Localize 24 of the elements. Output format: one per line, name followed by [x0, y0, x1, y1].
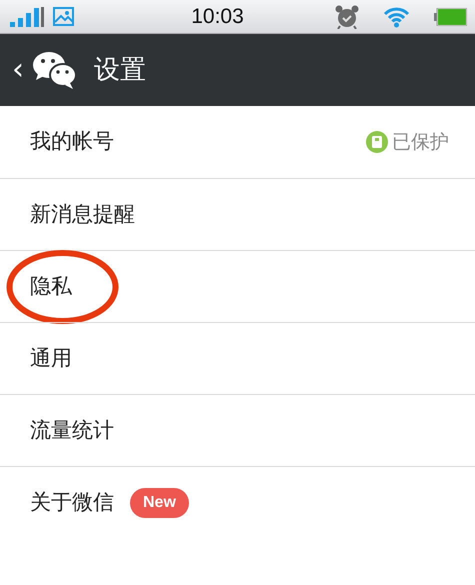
new-badge: New: [130, 488, 189, 518]
item-label: 隐私: [30, 272, 72, 300]
item-label: 流量统计: [30, 416, 114, 444]
wifi-icon: [383, 6, 410, 28]
battery-icon: [434, 8, 467, 26]
settings-item[interactable]: 我的帐号 已保护: [0, 106, 475, 178]
status-time: 10:03: [191, 4, 244, 28]
protected-status: 已保护: [392, 130, 449, 155]
back-button[interactable]: ‹: [12, 55, 24, 85]
settings-item[interactable]: 流量统计: [0, 394, 475, 466]
settings-item[interactable]: 通用: [0, 322, 475, 394]
page-title: 设置: [94, 54, 146, 86]
signal-icon: [10, 6, 44, 26]
lock-icon: [366, 131, 388, 153]
settings-item[interactable]: 关于微信 New: [0, 466, 475, 538]
settings-item[interactable]: 新消息提醒: [0, 178, 475, 250]
settings-item[interactable]: 隐私: [0, 250, 475, 322]
item-label: 通用: [30, 344, 72, 372]
item-label: 新消息提醒: [30, 200, 135, 228]
chat-bubbles-icon[interactable]: [32, 50, 78, 90]
item-label: 关于微信: [30, 488, 114, 516]
item-label: 我的帐号: [30, 128, 114, 156]
alarm-clock-icon: [335, 4, 359, 28]
image-icon: [52, 6, 76, 28]
